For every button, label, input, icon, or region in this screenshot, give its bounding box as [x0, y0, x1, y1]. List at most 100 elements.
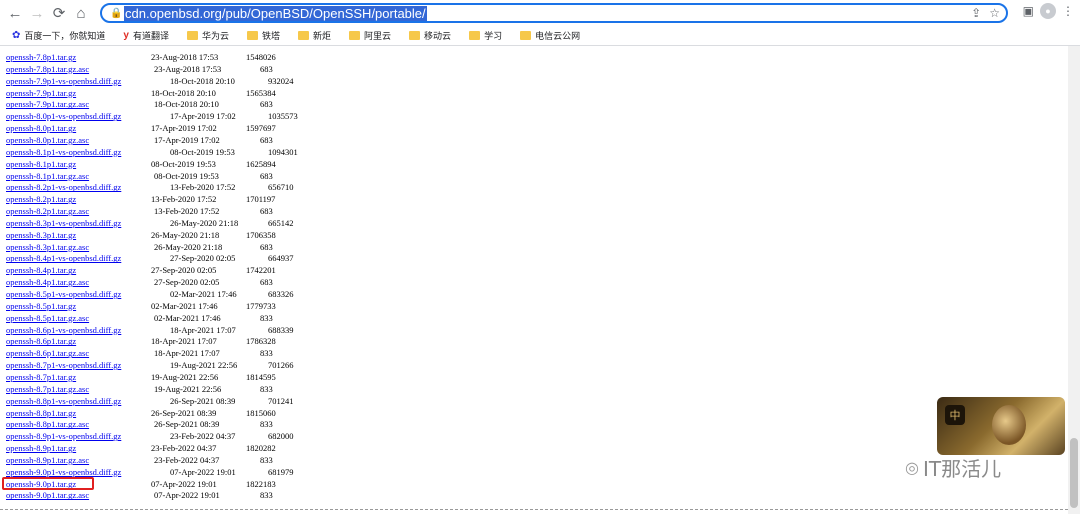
file-link[interactable]: openssh-8.6p1.tar.gz.asc — [6, 348, 89, 358]
back-arrow-icon[interactable]: ← — [4, 2, 26, 24]
file-size: 1822183 — [246, 478, 276, 489]
file-row: openssh-7.9p1-vs-openbsd.diff.gz 18-Oct-2… — [6, 75, 294, 87]
file-link[interactable]: openssh-8.8p1.tar.gz.asc — [6, 419, 89, 429]
file-date: 13-Feb-2020 17:52 — [170, 182, 236, 193]
watermark-text: IT那活儿 — [922, 457, 1002, 481]
bookmark-star-icon[interactable]: ☆ — [989, 6, 1000, 20]
file-link[interactable]: openssh-8.1p1.tar.gz — [6, 159, 76, 169]
file-link[interactable]: openssh-8.9p1.tar.gz.asc — [6, 455, 89, 465]
file-link[interactable]: openssh-8.6p1-vs-openbsd.diff.gz — [6, 325, 121, 335]
file-link[interactable]: openssh-9.0p1.tar.gz.asc — [6, 490, 89, 500]
home-icon[interactable]: ⌂ — [70, 2, 92, 24]
file-date: 26-Sep-2021 08:39 — [170, 395, 236, 406]
bookmark-folder-xinju[interactable]: 新炬 — [298, 29, 331, 42]
file-link[interactable]: openssh-8.3p1-vs-openbsd.diff.gz — [6, 218, 121, 228]
page-scrollbar[interactable] — [1068, 46, 1080, 514]
file-date: 02-Mar-2021 17:46 — [151, 300, 218, 311]
file-size: 683 — [260, 63, 273, 74]
file-date: 18-Oct-2018 20:10 — [151, 87, 216, 98]
file-link[interactable]: openssh-7.9p1-vs-openbsd.diff.gz — [6, 76, 121, 86]
address-bar[interactable]: 🔒 cdn.openbsd.org/pub/OpenBSD/OpenSSH/po… — [100, 3, 1008, 23]
menu-kebab-icon[interactable]: ⋮ — [1062, 4, 1074, 18]
share-icon[interactable]: ⇪ — [971, 6, 981, 20]
file-link[interactable]: openssh-8.3p1.tar.gz — [6, 230, 76, 240]
forward-arrow-icon[interactable]: → — [26, 2, 48, 24]
file-size: 833 — [260, 454, 273, 465]
file-date: 26-Sep-2021 08:39 — [151, 407, 217, 418]
file-row: openssh-8.9p1-vs-openbsd.diff.gz 23-Feb-2… — [6, 430, 294, 442]
profile-avatar-icon[interactable]: ● — [1040, 3, 1056, 19]
folder-icon — [298, 31, 310, 40]
file-size: 833 — [260, 312, 273, 323]
lock-icon[interactable]: 🔒 — [110, 8, 124, 19]
file-link[interactable]: openssh-7.8p1.tar.gz.asc — [6, 64, 89, 74]
bookmark-baidu[interactable]: ✿ 百度一下，你就知道 — [12, 29, 105, 42]
file-row: openssh-8.3p1.tar.gz.asc 26-May-2020 21:1… — [6, 241, 273, 253]
bookmark-label: 阿里云 — [364, 31, 392, 41]
file-date: 19-Aug-2021 22:56 — [151, 371, 219, 382]
file-date: 07-Apr-2022 19:01 — [151, 478, 217, 489]
file-link[interactable]: openssh-8.5p1.tar.gz — [6, 301, 76, 311]
bookmark-folder-huaweicloud[interactable]: 华为云 — [186, 29, 229, 42]
file-date: 18-Apr-2021 17:07 — [170, 324, 236, 335]
file-link[interactable]: openssh-8.5p1.tar.gz.asc — [6, 313, 89, 323]
file-link[interactable]: openssh-8.7p1-vs-openbsd.diff.gz — [6, 360, 121, 370]
file-link[interactable]: openssh-8.4p1.tar.gz.asc — [6, 277, 89, 287]
file-size: 1565384 — [246, 87, 276, 98]
file-link[interactable]: openssh-8.2p1.tar.gz.asc — [6, 206, 89, 216]
file-size: 1814595 — [246, 371, 276, 382]
bookmark-folder-mobilecloud[interactable]: 移动云 — [409, 29, 451, 42]
file-row: openssh-8.6p1.tar.gz.asc 18-Apr-2021 17:0… — [6, 347, 273, 359]
file-row: openssh-8.5p1.tar.gz.asc 02-Mar-2021 17:4… — [6, 312, 273, 324]
directory-listing: openssh-7.8p1.tar.gz 23-Aug-2018 17:53 154… — [0, 46, 1068, 514]
bookmark-folder-study[interactable]: 学习 — [469, 29, 502, 42]
file-link[interactable]: openssh-8.0p1-vs-openbsd.diff.gz — [6, 111, 121, 121]
bookmark-label: 学习 — [484, 31, 503, 41]
reload-icon[interactable]: ⟳ — [48, 2, 70, 24]
file-link[interactable]: openssh-8.4p1.tar.gz — [6, 265, 76, 275]
file-link[interactable]: openssh-8.7p1.tar.gz — [6, 372, 76, 382]
bookmark-folder-telecomcloud[interactable]: 电信云公网 — [520, 29, 580, 42]
file-link[interactable]: openssh-8.0p1.tar.gz — [6, 123, 76, 133]
bookmark-label: 有道翻译 — [132, 31, 169, 41]
file-row: openssh-8.2p1.tar.gz 13-Feb-2020 17:52 170… — [6, 193, 275, 205]
file-size: 664937 — [268, 253, 294, 264]
baidu-icon: ✿ — [12, 30, 21, 41]
file-date: 27-Sep-2020 02:05 — [170, 253, 236, 264]
file-link[interactable]: openssh-8.8p1-vs-openbsd.diff.gz — [6, 396, 121, 406]
url-text[interactable]: cdn.openbsd.org/pub/OpenBSD/OpenSSH/port… — [124, 5, 427, 21]
file-link[interactable]: openssh-8.1p1.tar.gz.asc — [6, 171, 89, 181]
bookmark-youdao[interactable]: y 有道翻译 — [123, 29, 169, 42]
file-link[interactable]: openssh-8.1p1-vs-openbsd.diff.gz — [6, 147, 121, 157]
file-row: openssh-8.0p1-vs-openbsd.diff.gz 17-Apr-2… — [6, 110, 298, 122]
file-row: openssh-8.3p1-vs-openbsd.diff.gz 26-May-2… — [6, 217, 294, 229]
file-link[interactable]: openssh-8.0p1.tar.gz.asc — [6, 135, 89, 145]
bookmark-folder-tieta[interactable]: 铁塔 — [247, 29, 280, 42]
file-link[interactable]: openssh-8.9p1.tar.gz — [6, 443, 76, 453]
scrollbar-thumb[interactable] — [1070, 438, 1078, 508]
bookmark-folder-aliyun[interactable]: 阿里云 — [349, 29, 391, 42]
file-link[interactable]: openssh-8.9p1-vs-openbsd.diff.gz — [6, 431, 121, 441]
file-size: 683 — [260, 99, 273, 110]
file-link[interactable]: openssh-8.4p1-vs-openbsd.diff.gz — [6, 253, 121, 263]
file-date: 26-Sep-2021 08:39 — [154, 419, 220, 430]
file-link[interactable]: openssh-8.3p1.tar.gz.asc — [6, 242, 89, 252]
file-link[interactable]: openssh-7.9p1.tar.gz — [6, 88, 76, 98]
file-link[interactable]: openssh-8.8p1.tar.gz — [6, 408, 76, 418]
file-size: 683 — [260, 134, 273, 145]
file-link[interactable]: openssh-7.8p1.tar.gz — [6, 52, 76, 62]
file-link[interactable]: openssh-8.6p1.tar.gz — [6, 336, 76, 346]
file-link[interactable]: openssh-8.7p1.tar.gz.asc — [6, 384, 89, 394]
sidepanel-icon[interactable]: ▣ — [1023, 4, 1034, 18]
file-link[interactable]: openssh-8.2p1.tar.gz — [6, 194, 76, 204]
file-row: openssh-9.0p1.tar.gz.asc 07-Apr-2022 19:0… — [6, 489, 273, 501]
file-row: openssh-8.4p1.tar.gz.asc 27-Sep-2020 02:0… — [6, 276, 273, 288]
file-link[interactable]: openssh-9.0p1-vs-openbsd.diff.gz — [6, 467, 121, 477]
file-row: openssh-8.8p1.tar.gz.asc 26-Sep-2021 08:3… — [6, 418, 273, 430]
floating-video-thumbnail[interactable]: 中 — [937, 397, 1065, 455]
watermark: ◎ IT那活儿 — [905, 453, 1001, 482]
file-link[interactable]: openssh-8.5p1-vs-openbsd.diff.gz — [6, 289, 121, 299]
file-link[interactable]: openssh-7.9p1.tar.gz.asc — [6, 99, 89, 109]
file-date: 08-Oct-2019 19:53 — [154, 170, 219, 181]
file-link[interactable]: openssh-8.2p1-vs-openbsd.diff.gz — [6, 182, 121, 192]
